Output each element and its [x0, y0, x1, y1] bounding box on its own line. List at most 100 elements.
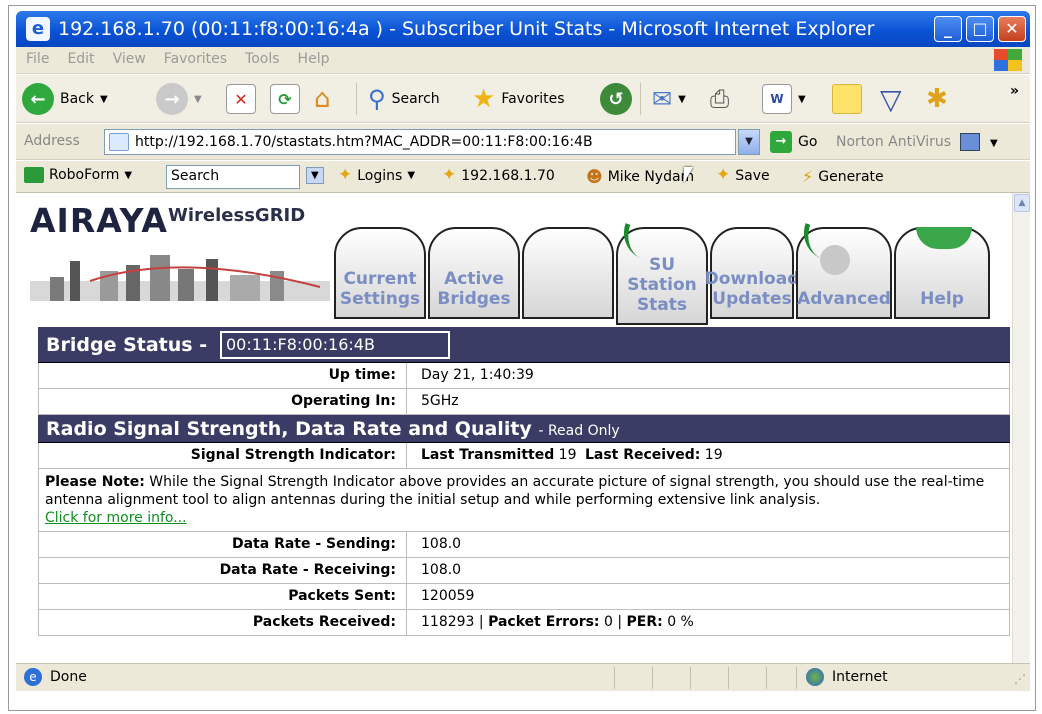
molecule-icon — [820, 245, 850, 275]
tab-help[interactable]: Help — [894, 227, 990, 319]
back-arrow-icon: ← — [22, 83, 54, 115]
home-icon: ⌂ — [314, 84, 331, 114]
globe-icon — [806, 668, 824, 686]
people-icon: ✱ — [926, 84, 948, 114]
generate-button[interactable]: ⚡ Generate — [802, 167, 884, 186]
zone-text: Internet — [832, 669, 888, 685]
print-button[interactable]: ⎙ — [710, 83, 729, 115]
search-label: Search — [391, 91, 440, 107]
roboform-button[interactable]: RoboForm ▼ — [24, 167, 132, 183]
roboform-search-dropdown[interactable]: ▼ — [306, 167, 324, 184]
identity-label: Mike Nydam — [607, 168, 695, 185]
funnel-icon: ▽ — [880, 82, 902, 116]
toolbar-chevron[interactable]: » — [1010, 75, 1019, 107]
tab-advanced[interactable]: Advanced — [796, 223, 892, 319]
tab-download-updates[interactable]: Download Updates — [705, 227, 799, 319]
address-dropdown-icon[interactable]: ▼ — [738, 129, 760, 155]
operating-value: 5GHz — [421, 393, 459, 409]
roboform-toolbar: RoboForm ▼ Search ▼ ✦ Logins ▼ ✦ 192.168… — [16, 161, 1030, 193]
window-title: 192.168.1.70 (00:11:f8:00:16:4a ) - Subs… — [58, 18, 875, 40]
forward-dropdown-icon[interactable]: ▼ — [194, 94, 202, 105]
tab-label: Settings — [339, 289, 421, 309]
forward-button[interactable]: → ▼ — [156, 83, 202, 115]
logins-button[interactable]: ✦ Logins ▼ — [338, 167, 415, 184]
tab-blank[interactable] — [522, 227, 614, 319]
menu-bar: File Edit View Favorites Tools Help — [16, 47, 1030, 74]
norton-antivirus-button[interactable]: Norton AntiVirus ▼ — [836, 133, 998, 151]
roboform-dropdown-icon: ▼ — [124, 169, 133, 181]
home-button[interactable]: ⌂ — [314, 83, 331, 115]
menu-edit[interactable]: Edit — [57, 47, 102, 67]
bridge-status-header: Bridge Status - 00:11:F8:00:16:4B — [38, 327, 1010, 363]
history-button[interactable]: ↺ — [600, 83, 632, 115]
menu-file[interactable]: File — [16, 47, 57, 67]
favorites-button[interactable]: ★ Favorites — [472, 83, 565, 115]
save-label: Save — [735, 167, 770, 184]
skyline-image — [30, 255, 330, 301]
rate-sending-label: Data Rate - Sending: — [39, 532, 407, 557]
back-button[interactable]: ← Back ▼ — [22, 83, 108, 115]
edit-dropdown-icon[interactable]: ▼ — [798, 94, 806, 105]
resize-grip-icon[interactable]: ⋰ — [1014, 672, 1026, 686]
go-button[interactable]: → Go — [770, 131, 817, 153]
sticky-note-icon — [832, 84, 862, 114]
mail-button[interactable]: ✉ ▼ — [652, 83, 686, 115]
stop-button[interactable]: ✕ — [226, 83, 256, 115]
packets-received-count: 118293 — [421, 614, 475, 630]
search-dropdown-icon: ▼ — [306, 167, 324, 184]
history-icon: ↺ — [600, 83, 632, 115]
scroll-up-icon[interactable]: ▲ — [1014, 194, 1030, 212]
tab-su-station-stats[interactable]: SU Station Stats — [616, 223, 708, 325]
status-text: Done — [50, 669, 87, 685]
norton-dropdown-icon[interactable]: ▼ — [990, 138, 998, 149]
menu-tools[interactable]: Tools — [235, 47, 288, 67]
roboform-search-input[interactable]: Search — [166, 165, 300, 189]
tab-label: Active — [444, 269, 504, 289]
minimize-button[interactable]: _ — [934, 16, 962, 42]
generate-icon: ⚡ — [802, 167, 814, 186]
ip-bookmark-button[interactable]: ✦ 192.168.1.70 — [442, 167, 555, 184]
refresh-button[interactable]: ⟳ — [270, 83, 300, 115]
rate-receiving-value: 108.0 — [421, 562, 462, 578]
norton-label: Norton AntiVirus — [836, 134, 952, 150]
table-row: Operating In: 5GHz — [38, 389, 1010, 415]
filter-button[interactable]: ▽ — [880, 82, 902, 116]
tab-label: Station — [627, 275, 697, 295]
search-button[interactable]: ⚲ Search — [368, 83, 440, 115]
close-button[interactable]: ✕ — [998, 16, 1026, 42]
back-dropdown-icon[interactable]: ▼ — [100, 94, 108, 105]
operating-label: Operating In: — [39, 389, 407, 414]
tab-label: Updates — [712, 289, 792, 309]
tab-label: Download — [704, 269, 800, 289]
note-button[interactable] — [832, 83, 862, 115]
menu-view[interactable]: View — [103, 47, 154, 67]
identity-icon: ☻ — [586, 167, 603, 186]
back-label: Back — [60, 91, 94, 107]
identity-button[interactable]: ☻ Mike Nydam — [586, 167, 694, 186]
save-button[interactable]: ✦ Save — [716, 167, 770, 184]
table-row: Packets Received: 118293 | Packet Errors… — [38, 610, 1010, 636]
last-rx-value: 19 — [704, 447, 723, 463]
status-pane — [652, 667, 653, 689]
status-pane — [614, 667, 615, 689]
go-arrow-icon: → — [770, 131, 792, 153]
product-name: WirelessGRID — [168, 205, 306, 226]
tab-active-bridges[interactable]: Active Bridges — [428, 227, 520, 319]
status-pane — [728, 667, 729, 689]
chevron-icon: » — [1010, 83, 1020, 99]
maximize-button[interactable]: □ — [966, 16, 994, 42]
mail-dropdown-icon[interactable]: ▼ — [678, 94, 686, 105]
uptime-label: Up time: — [39, 363, 407, 388]
vertical-scrollbar[interactable]: ▲ — [1012, 193, 1030, 663]
roboform-icon — [24, 167, 44, 183]
address-input[interactable]: http://192.168.1.70/stastats.htm?MAC_ADD… — [104, 129, 736, 155]
more-info-link[interactable]: Click for more info... — [45, 510, 187, 526]
messenger-button[interactable]: ✱ — [926, 83, 948, 115]
status-left: e Done — [24, 668, 87, 686]
menu-favorites[interactable]: Favorites — [154, 47, 235, 67]
note-text: While the Signal Strength Indicator abov… — [45, 474, 985, 508]
edit-button[interactable]: W ▼ — [762, 83, 806, 115]
generate-label: Generate — [818, 168, 884, 185]
tab-current-settings[interactable]: Current Settings — [334, 227, 426, 319]
menu-help[interactable]: Help — [288, 47, 338, 67]
